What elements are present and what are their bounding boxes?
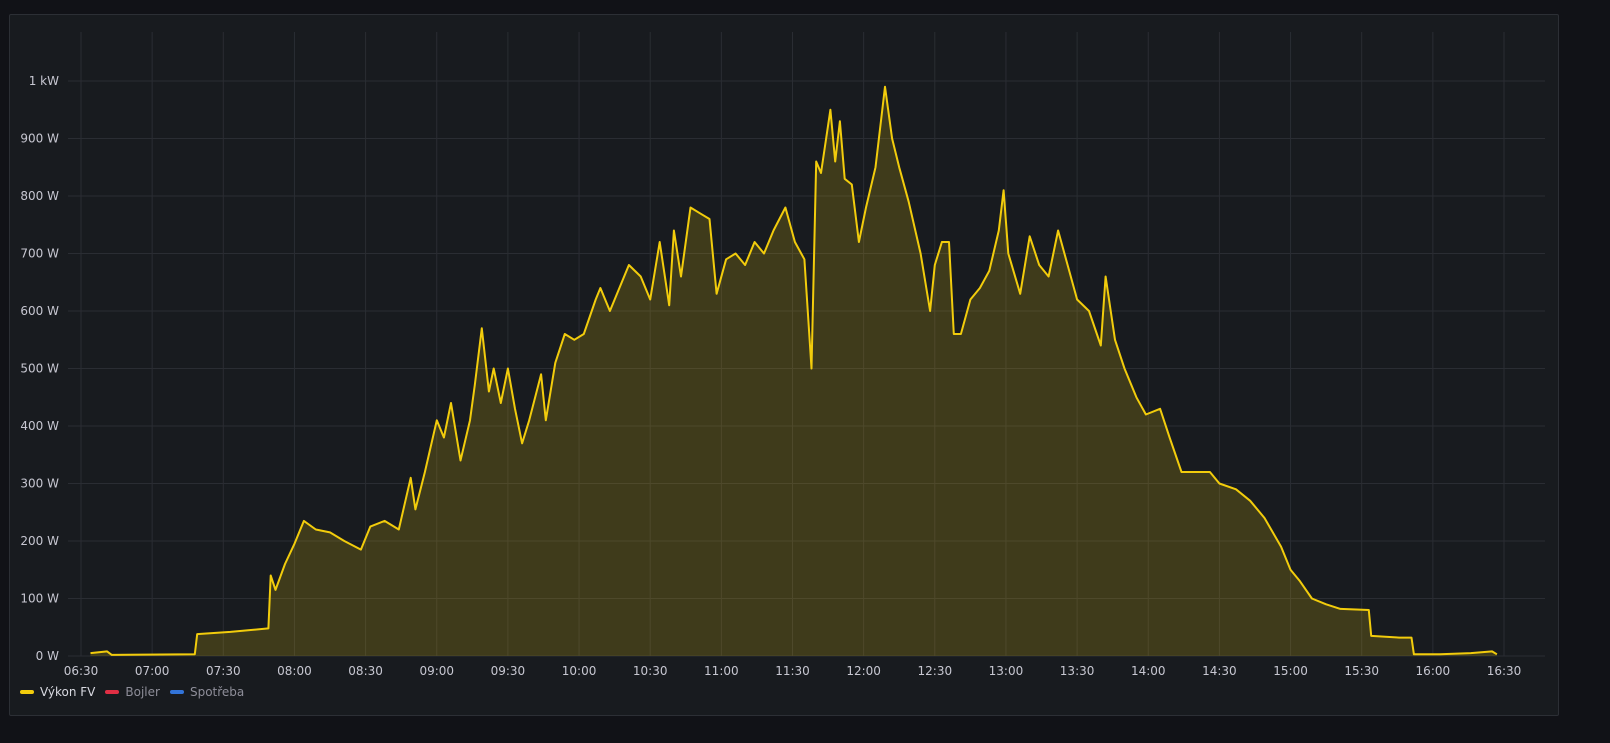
- legend-swatch: [105, 690, 120, 694]
- x-tick-label: 15:30: [1344, 664, 1379, 678]
- x-tick-label: 08:30: [348, 664, 383, 678]
- x-tick-label: 16:30: [1487, 664, 1522, 678]
- legend-label: Bojler: [125, 685, 160, 699]
- y-tick-label: 0 W: [36, 649, 59, 663]
- x-tick-label: 13:00: [989, 664, 1024, 678]
- legend-item[interactable]: Spotřeba: [169, 685, 245, 699]
- x-tick-label: 11:30: [775, 664, 810, 678]
- x-tick-label: 13:30: [1060, 664, 1095, 678]
- x-tick-label: 07:00: [135, 664, 170, 678]
- y-tick-label: 100 W: [20, 592, 59, 606]
- legend: Výkon FV Bojler Spotřeba: [20, 685, 244, 699]
- x-tick-label: 10:00: [562, 664, 597, 678]
- y-tick-label: 900 W: [20, 132, 59, 146]
- legend-swatch: [169, 690, 184, 694]
- y-tick-label: 200 W: [20, 534, 59, 548]
- x-tick-label: 07:30: [206, 664, 241, 678]
- legend-label: Spotřeba: [189, 685, 245, 699]
- x-tick-label: 11:00: [704, 664, 739, 678]
- x-tick-label: 12:30: [918, 664, 953, 678]
- y-tick-label: 500 W: [20, 362, 59, 376]
- y-tick-label: 700 W: [20, 247, 59, 261]
- x-tick-label: 15:00: [1273, 664, 1308, 678]
- x-tick-label: 09:00: [419, 664, 454, 678]
- legend-swatch: [20, 690, 34, 694]
- x-tick-label: 08:00: [277, 664, 312, 678]
- y-tick-label: 800 W: [20, 189, 59, 203]
- x-tick-label: 12:00: [846, 664, 881, 678]
- x-tick-label: 09:30: [491, 664, 526, 678]
- y-tick-label: 400 W: [20, 419, 59, 433]
- x-tick-label: 10:30: [633, 664, 668, 678]
- legend-item[interactable]: Výkon FV: [20, 685, 95, 699]
- x-tick-label: 14:30: [1202, 664, 1237, 678]
- y-tick-label: 600 W: [20, 304, 59, 318]
- legend-item[interactable]: Bojler: [105, 685, 160, 699]
- x-tick-label: 14:00: [1131, 664, 1166, 678]
- legend-label: Výkon FV: [40, 685, 96, 699]
- y-tick-label: 300 W: [20, 477, 59, 491]
- x-tick-label: 16:00: [1416, 664, 1451, 678]
- power-chart[interactable]: 0 W 100 W 200 W 300 W 400 W 500 W 600 W 700 W 80…: [0, 0, 1610, 743]
- y-tick-label: 1 kW: [29, 74, 59, 88]
- series-area-0: [90, 86, 1497, 657]
- x-tick-label: 06:30: [64, 664, 99, 678]
